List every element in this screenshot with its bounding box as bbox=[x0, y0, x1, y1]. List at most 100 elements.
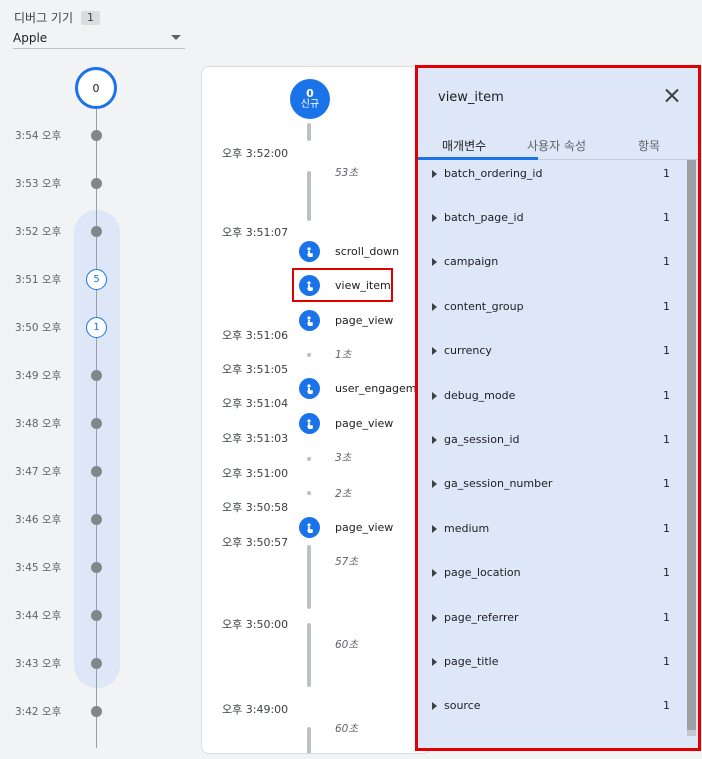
scrollbar-thumb[interactable] bbox=[687, 160, 696, 730]
param-name: batch_page_id bbox=[444, 211, 524, 224]
minute-dot bbox=[91, 514, 102, 525]
minute-dot bbox=[91, 658, 102, 669]
chevron-right-icon bbox=[432, 170, 437, 178]
time-label: 오후 3:50:00 bbox=[222, 618, 289, 631]
minute-label: 3:46 오후 bbox=[15, 514, 62, 526]
stream-segment bbox=[307, 545, 311, 609]
minute-row-351[interactable]: 3:51 오후 5 bbox=[0, 269, 130, 290]
param-count: 1 bbox=[663, 300, 670, 313]
chevron-down-icon bbox=[171, 35, 181, 40]
duration-label: 60초 bbox=[335, 639, 359, 651]
param-row[interactable]: medium 1 bbox=[418, 515, 688, 545]
minute-dot bbox=[91, 466, 102, 477]
minute-dot bbox=[91, 610, 102, 621]
minute-event-badge[interactable]: 1 bbox=[86, 317, 107, 338]
minute-row-349[interactable]: 3:49 오후 bbox=[0, 366, 130, 384]
minute-dot bbox=[91, 418, 102, 429]
param-count: 1 bbox=[663, 389, 670, 402]
minute-dot bbox=[91, 226, 102, 237]
debug-device-label: 디버그 기기 1 bbox=[14, 9, 101, 26]
tap-icon[interactable] bbox=[299, 310, 320, 331]
param-row[interactable]: page_location 1 bbox=[418, 559, 688, 589]
tab-parameters[interactable]: 매개변수 bbox=[442, 137, 486, 154]
minute-row-350[interactable]: 3:50 오후 1 bbox=[0, 317, 130, 338]
stream-segment bbox=[307, 727, 311, 753]
tap-icon[interactable] bbox=[299, 241, 320, 262]
device-select[interactable]: Apple bbox=[13, 27, 185, 49]
tab-items[interactable]: 항목 bbox=[638, 137, 660, 154]
event-name[interactable]: page_view bbox=[335, 521, 393, 534]
param-row[interactable]: campaign 1 bbox=[418, 248, 688, 278]
event-name[interactable]: scroll_down bbox=[335, 245, 399, 258]
time-label: 오후 3:49:00 bbox=[222, 703, 289, 716]
chevron-right-icon bbox=[432, 436, 437, 444]
param-row[interactable]: ga_session_number 1 bbox=[418, 470, 688, 500]
param-row[interactable]: content_group 1 bbox=[418, 293, 688, 323]
param-count: 1 bbox=[663, 167, 670, 180]
time-label: 오후 3:51:05 bbox=[222, 363, 289, 376]
param-name: page_location bbox=[444, 566, 521, 579]
param-name: batch_ordering_id bbox=[444, 167, 543, 180]
duration-label: 1초 bbox=[335, 349, 352, 361]
minute-row-348[interactable]: 3:48 오후 bbox=[0, 414, 130, 432]
event-name[interactable]: page_view bbox=[335, 314, 393, 327]
minute-row-353[interactable]: 3:53 오후 bbox=[0, 174, 130, 192]
minute-row-342[interactable]: 3:42 오후 bbox=[0, 702, 130, 720]
tap-icon[interactable] bbox=[299, 378, 320, 399]
stream-gap-dot bbox=[307, 353, 311, 357]
duration-label: 60초 bbox=[335, 723, 359, 735]
tap-icon[interactable] bbox=[299, 413, 320, 434]
minute-dot bbox=[91, 370, 102, 381]
duration-label: 53초 bbox=[335, 167, 359, 179]
panel-title: view_item bbox=[438, 90, 504, 105]
param-count: 1 bbox=[663, 211, 670, 224]
minute-row-346[interactable]: 3:46 오후 bbox=[0, 510, 130, 528]
param-row[interactable]: currency 1 bbox=[418, 337, 688, 367]
param-row[interactable]: batch_ordering_id 1 bbox=[418, 160, 688, 190]
debug-device-title: 디버그 기기 bbox=[14, 11, 74, 25]
param-count: 1 bbox=[663, 255, 670, 268]
time-label: 오후 3:51:06 bbox=[222, 329, 289, 342]
minute-row-345[interactable]: 3:45 오후 bbox=[0, 558, 130, 576]
new-user-label: 신규 bbox=[300, 98, 320, 110]
stream-segment bbox=[307, 623, 311, 687]
param-row[interactable]: page_referrer 1 bbox=[418, 604, 688, 634]
chevron-right-icon bbox=[432, 702, 437, 710]
new-user-badge[interactable]: 0 신규 bbox=[290, 79, 330, 119]
tab-user-properties[interactable]: 사용자 속성 bbox=[527, 137, 586, 154]
debug-device-count: 1 bbox=[81, 10, 101, 25]
minute-row-344[interactable]: 3:44 오후 bbox=[0, 606, 130, 624]
tap-icon[interactable] bbox=[299, 517, 320, 538]
minute-row-347[interactable]: 3:47 오후 bbox=[0, 462, 130, 480]
param-name: ga_session_id bbox=[444, 433, 520, 446]
param-count: 1 bbox=[663, 344, 670, 357]
event-name[interactable]: page_view bbox=[335, 417, 393, 430]
selected-event-highlight bbox=[292, 268, 393, 302]
param-count: 1 bbox=[663, 433, 670, 446]
param-name: content_group bbox=[444, 300, 524, 313]
param-count: 1 bbox=[663, 611, 670, 624]
param-row[interactable]: page_title 1 bbox=[418, 648, 688, 678]
param-count: 1 bbox=[663, 477, 670, 490]
time-label: 오후 3:51:07 bbox=[222, 226, 289, 239]
minute-event-badge[interactable]: 5 bbox=[86, 269, 107, 290]
param-row[interactable]: batch_page_id 1 bbox=[418, 204, 688, 234]
minute-label: 3:51 오후 bbox=[15, 274, 62, 286]
device-select-value: Apple bbox=[13, 30, 48, 45]
close-icon[interactable] bbox=[662, 86, 682, 106]
time-label: 오후 3:50:58 bbox=[222, 501, 289, 514]
stream-gap-dot bbox=[307, 457, 311, 461]
minute-row-343[interactable]: 3:43 오후 bbox=[0, 654, 130, 672]
minute-label: 3:44 오후 bbox=[15, 610, 62, 622]
stream-segment bbox=[307, 171, 311, 221]
stream-gap-dot bbox=[307, 491, 311, 495]
param-row[interactable]: debug_mode 1 bbox=[418, 382, 688, 412]
param-name: currency bbox=[444, 344, 492, 357]
minute-label: 3:45 오후 bbox=[15, 562, 62, 574]
minute-row-354[interactable]: 3:54 오후 bbox=[0, 126, 130, 144]
minute-row-352[interactable]: 3:52 오후 bbox=[0, 222, 130, 240]
param-row[interactable]: ga_session_id 1 bbox=[418, 426, 688, 456]
param-row[interactable]: source 1 bbox=[418, 692, 688, 722]
top-event-count-ring[interactable]: 0 bbox=[75, 67, 117, 109]
param-count: 1 bbox=[663, 699, 670, 712]
